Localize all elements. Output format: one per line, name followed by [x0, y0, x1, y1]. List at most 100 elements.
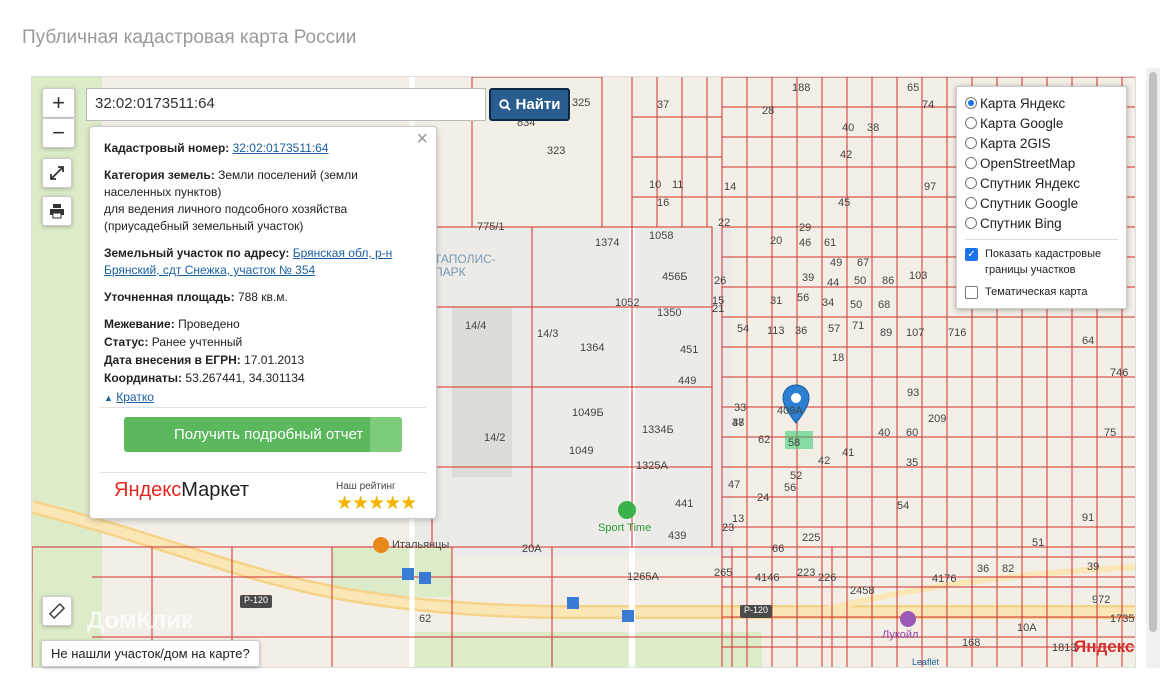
sport-time-icon[interactable] [618, 501, 636, 519]
parcel-number: 1049 [569, 445, 594, 457]
layer-option-google-map[interactable]: Карта Google [965, 113, 1118, 133]
parcel-number: 1052 [615, 297, 640, 309]
layer-option-yandex-satellite[interactable]: Спутник Яндекс [965, 173, 1118, 193]
parcel-number: 62 [758, 434, 771, 446]
ruler-icon [49, 603, 65, 619]
parcel-number: 14/4 [465, 320, 487, 332]
parcel-number: 2458 [850, 585, 875, 597]
parcel-number: 1364 [580, 342, 605, 354]
layer-label: Спутник Яндекс [980, 175, 1081, 191]
bus-stop-icon-2[interactable] [419, 572, 431, 584]
parcel-number: 91 [1082, 512, 1095, 524]
parcel-number: 40 [842, 122, 855, 134]
radio[interactable] [965, 117, 977, 129]
parcel-number: 449 [678, 375, 697, 387]
parcel-number: 10 [649, 179, 662, 191]
leaflet-attribution[interactable]: Leaflet [912, 657, 939, 667]
zoom-out-button[interactable]: − [42, 118, 75, 148]
show-borders-option[interactable]: ✓ Показать кадастровые границы участков [965, 246, 1118, 278]
parcel-number: 14/3 [537, 328, 559, 340]
survey-value: Проведено [178, 317, 240, 331]
radio[interactable] [965, 197, 977, 209]
layer-option-2gis-map[interactable]: Карта 2GIS [965, 133, 1118, 153]
brief-link[interactable]: Кратко [116, 390, 154, 404]
bus-stop-icon[interactable] [402, 568, 414, 580]
area-value: 788 кв.м. [237, 290, 288, 304]
yandex-market-logo[interactable]: ЯндексМаркет [114, 479, 249, 501]
parcel-number: 68 [878, 299, 891, 311]
layer-option-bing-satellite[interactable]: Спутник Bing [965, 213, 1118, 233]
zoom-in-button[interactable]: + [42, 88, 75, 118]
parcel-number: 1334Б [642, 424, 674, 436]
parcel-number: 62 [419, 613, 432, 625]
thematic-map-option[interactable]: Тематическая карта [965, 284, 1118, 300]
print-button[interactable] [42, 196, 72, 226]
parcel-number: 11 [672, 179, 684, 191]
market-rating[interactable]: Наш рейтинг ★★★★★ [336, 478, 417, 513]
close-icon[interactable]: × [416, 129, 428, 149]
restaurant-icon[interactable] [373, 537, 389, 553]
show-borders-checkbox[interactable]: ✓ [965, 248, 978, 261]
radio[interactable] [965, 157, 977, 169]
search-input[interactable]: 32:02:0173511:64 [86, 88, 486, 121]
bus-stop-icon-4[interactable] [622, 610, 634, 622]
fullscreen-button[interactable] [42, 158, 72, 188]
parcel-number: 50 [850, 299, 863, 311]
status-value: Ранее учтенный [151, 335, 243, 349]
parcel-number: 54 [737, 323, 750, 335]
coords-label: Координаты: [104, 371, 183, 385]
not-found-button[interactable]: Не нашли участок/дом на карте? [41, 640, 260, 667]
category-label: Категория земель: [104, 168, 215, 182]
radio-selected[interactable] [965, 97, 977, 109]
search-icon [498, 98, 511, 111]
layer-option-yandex-map[interactable]: Карта Яндекс [965, 93, 1118, 113]
ruler-button[interactable] [42, 596, 72, 626]
divider-2 [100, 472, 426, 473]
radio[interactable] [965, 217, 977, 229]
parcel-number: 51 [1032, 537, 1045, 549]
fuel-station-icon[interactable] [900, 611, 916, 627]
lukoil-label[interactable]: Лукойл [882, 629, 918, 641]
parcel-number: 34 [822, 297, 835, 309]
search-button-label: Найти [515, 96, 561, 113]
layer-label: OpenStreetMap [980, 155, 1076, 171]
parcel-number: 82 [1002, 563, 1015, 575]
parcel-number: 23 [722, 522, 735, 534]
cadastral-number-link[interactable]: 32:02:0173511:64 [233, 141, 329, 155]
page-scrollbar[interactable] [1146, 68, 1160, 668]
parcel-number: 39 [802, 272, 815, 284]
parcel-number: 66 [772, 543, 785, 555]
location-marker-icon[interactable] [782, 384, 810, 424]
thematic-map-label: Тематическая карта [985, 286, 1088, 298]
bus-stop-icon-3[interactable] [567, 597, 579, 609]
brief-toggle[interactable]: ▲ Кратко [104, 389, 422, 407]
parcel-number: 113 [767, 325, 785, 337]
parcel-number: 37 [657, 99, 670, 111]
survey-label: Межевание: [104, 317, 175, 331]
thematic-map-checkbox[interactable] [965, 286, 978, 299]
search-button[interactable]: Найти [489, 88, 570, 121]
layer-option-google-satellite[interactable]: Спутник Google [965, 193, 1118, 213]
market-logo-yandex: Яндекс [114, 479, 182, 501]
sport-time-label[interactable]: Sport Time [598, 522, 651, 534]
parcel-number: 409А [777, 405, 803, 417]
coords-value: 53.267441, 34.301134 [185, 371, 305, 385]
italyantsy-label[interactable]: Итальянцы [392, 539, 449, 551]
parcel-number: 58 [788, 437, 801, 449]
parcel-number: 40 [878, 427, 891, 439]
detailed-report-button[interactable]: Получить подробный отчет [124, 417, 402, 452]
radio[interactable] [965, 137, 977, 149]
parcel-number: 325 [572, 97, 591, 109]
parcel-number: 20 [770, 235, 783, 247]
layer-option-osm[interactable]: OpenStreetMap [965, 153, 1118, 173]
date-label: Дата внесения в ЕГРН: [104, 353, 241, 367]
date-value: 17.01.2013 [244, 353, 305, 367]
scrollbar-thumb[interactable] [1149, 72, 1157, 632]
park-label: ТАПОЛИС- ПАРК [434, 252, 496, 279]
parcel-number: 20А [522, 543, 542, 555]
radio[interactable] [965, 177, 977, 189]
parcel-number: 56 [797, 292, 810, 304]
layer-label: Спутник Google [980, 195, 1079, 211]
report-button-tail [370, 417, 402, 452]
parcel-number: 97 [924, 181, 937, 193]
